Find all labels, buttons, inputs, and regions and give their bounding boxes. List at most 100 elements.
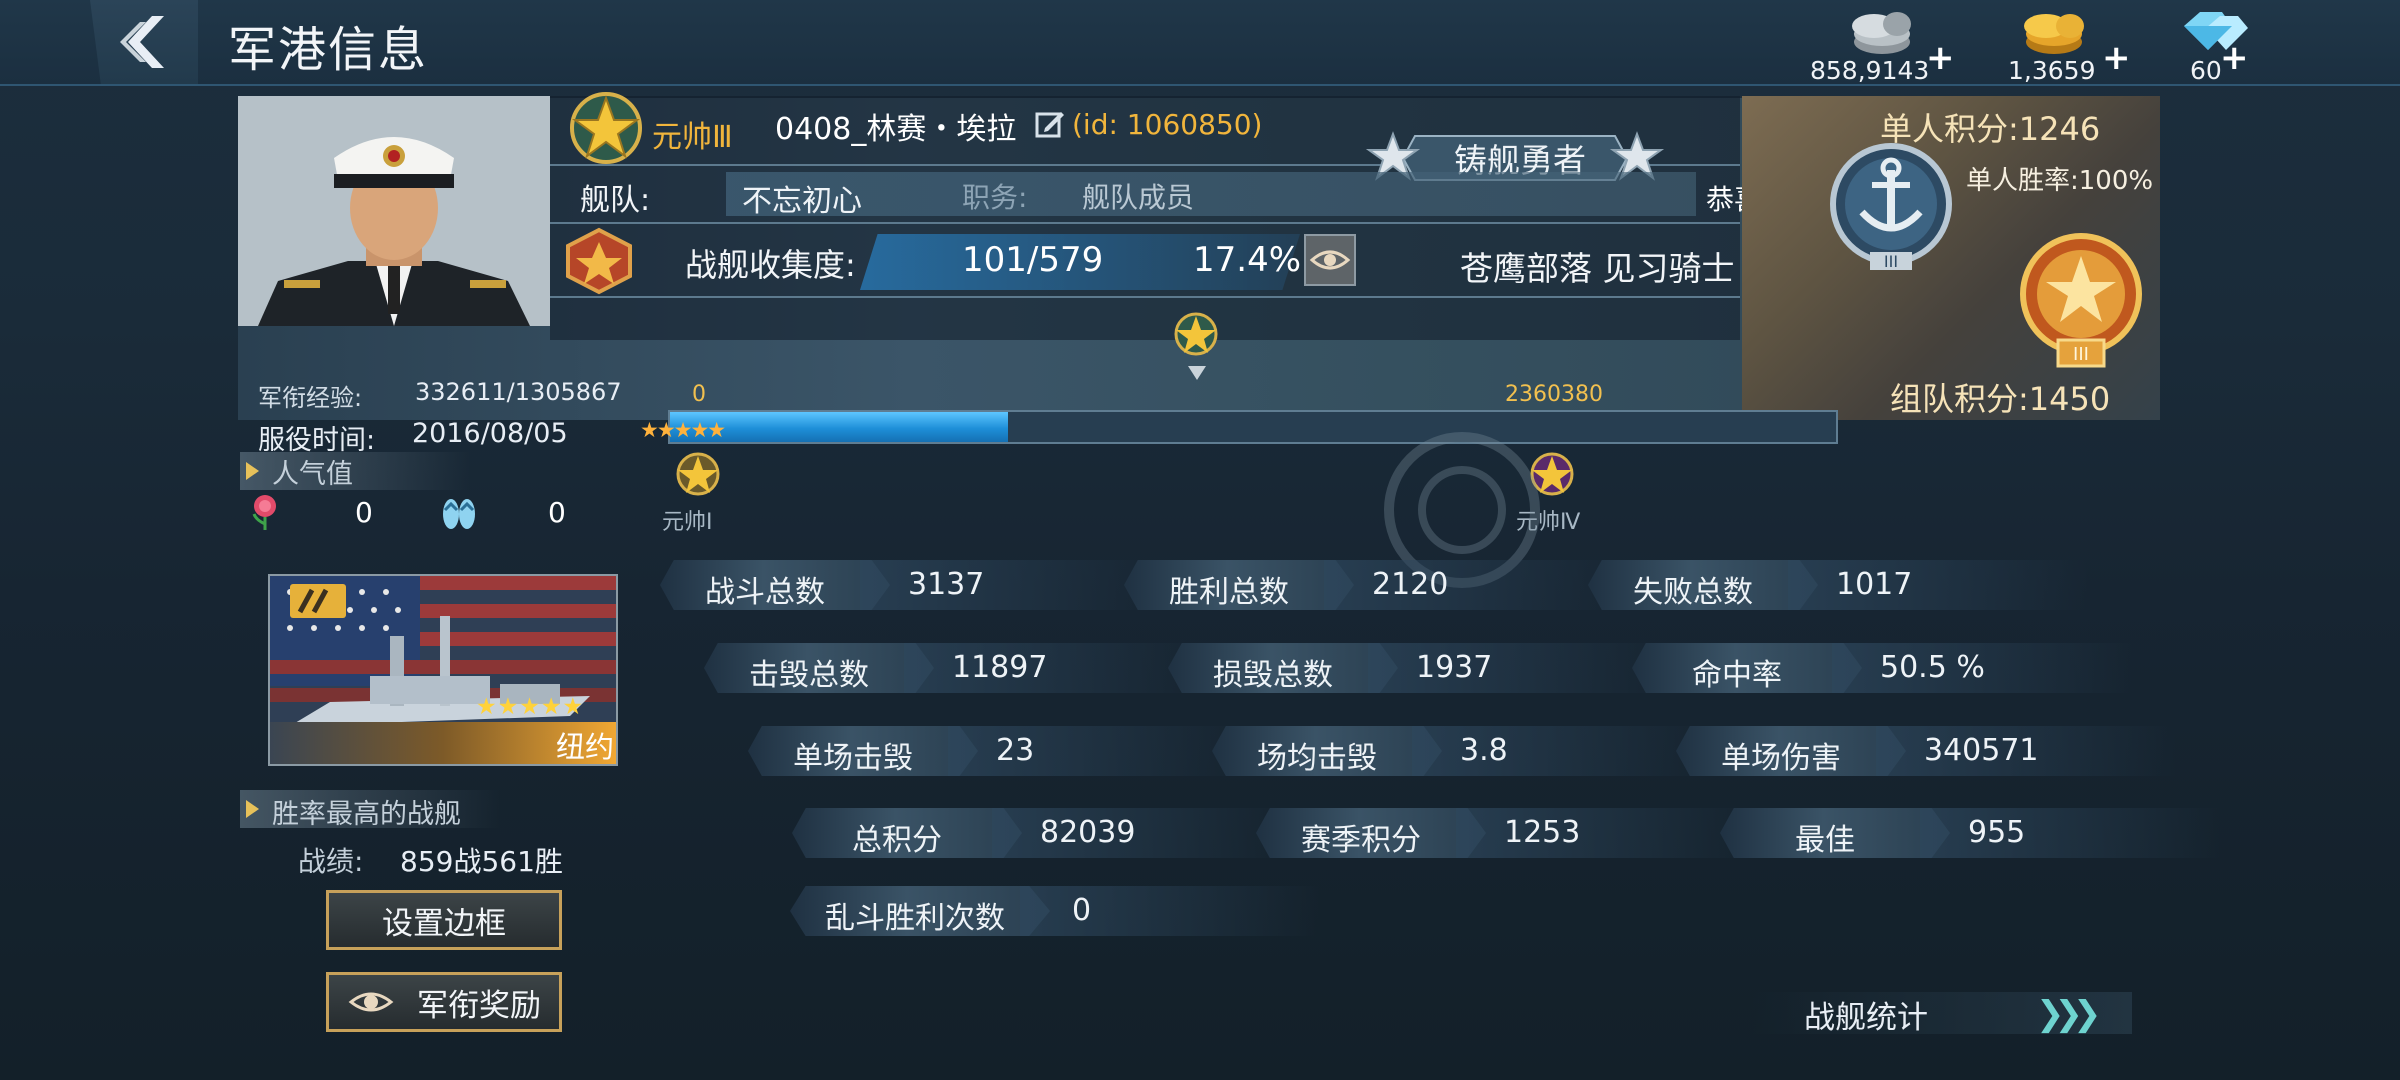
stat-value-bg xyxy=(948,726,1248,776)
best-ship-label: 胜率最高的战舰 xyxy=(272,799,461,830)
team-score: 组队积分:1450 xyxy=(1890,380,2111,418)
stat-value-bg xyxy=(1020,886,1320,936)
collection-count: 101/579 xyxy=(962,240,1104,280)
stat-label: 损毁总数 xyxy=(1213,658,1333,693)
stat-value-bg xyxy=(860,560,1160,610)
record-value: 859战561胜 xyxy=(400,845,563,878)
stat-label: 击毁总数 xyxy=(749,658,869,693)
svg-text:III: III xyxy=(2073,344,2089,365)
gold-value: 1,3659 xyxy=(2008,56,2096,85)
silver-currency[interactable]: 858,9143 + xyxy=(1810,4,1960,85)
eye-icon xyxy=(1309,250,1351,270)
flipflop-count: 0 xyxy=(548,496,566,529)
view-collection-button[interactable] xyxy=(1304,234,1356,286)
officer-portrait-icon xyxy=(238,96,550,326)
rose-count: 0 xyxy=(355,496,373,529)
progress-start-value: 0 xyxy=(692,382,706,407)
duty-value: 舰队成员 xyxy=(1082,181,1195,214)
ship-stars: ★★★★★ xyxy=(476,694,585,720)
player-id: (id: 1060850) xyxy=(1072,108,1263,141)
stat-value-bg xyxy=(904,643,1204,693)
progress-pointer-icon xyxy=(1188,366,1206,380)
fleet-row-bg xyxy=(726,172,1696,216)
divider xyxy=(550,296,1740,298)
player-name: 0408_林赛・埃拉 xyxy=(775,112,1017,147)
fleet-stats-label[interactable]: 战舰统计 xyxy=(1804,992,1928,1037)
current-rank-marker-icon xyxy=(1174,312,1218,356)
stat-value-bg xyxy=(1324,560,1624,610)
stat-value: 955 xyxy=(1968,815,2026,850)
diamond-currency[interactable]: 60 + xyxy=(2176,4,2286,85)
stat-value: 340571 xyxy=(1924,733,2039,768)
stat-value: 3137 xyxy=(908,567,985,602)
stat-label: 场均击毁 xyxy=(1257,741,1377,776)
exp-value: 332611/1305867 xyxy=(415,378,622,406)
record-label: 战绩: xyxy=(298,845,364,878)
stat-value: 1017 xyxy=(1836,567,1913,602)
stat-value: 2120 xyxy=(1372,567,1449,602)
duty-label: 职务: xyxy=(962,181,1028,214)
flip-flop-icon[interactable] xyxy=(440,494,478,532)
stat-value-bg xyxy=(992,808,1292,858)
service-value: 2016/08/05 xyxy=(412,418,568,449)
tribe-title: 苍鹰部落 见习骑士 xyxy=(1460,249,1735,288)
ship-name: 纽约 xyxy=(556,730,615,764)
team-emblem-icon: III xyxy=(2020,233,2142,368)
diamond-value: 60 xyxy=(2190,56,2222,85)
gold-plus-icon[interactable]: + xyxy=(2102,38,2131,78)
eye-icon xyxy=(348,992,394,1012)
set-frame-button[interactable]: 设置边框 xyxy=(326,890,562,950)
anchor-emblem-icon: III xyxy=(1830,143,1952,271)
silver-plus-icon[interactable]: + xyxy=(1926,38,1955,78)
silver-coin-icon xyxy=(1852,12,1911,54)
svg-text:III: III xyxy=(1884,252,1898,271)
forward-arrows-icon[interactable]: ❯❯❯ xyxy=(2036,994,2102,1034)
stat-value: 1937 xyxy=(1416,650,1493,685)
rank-name: 元帅Ⅲ xyxy=(652,120,733,155)
stat-label: 单场击毁 xyxy=(793,741,913,776)
gold-currency[interactable]: 1,3659 + xyxy=(2006,4,2136,85)
stat-value: 3.8 xyxy=(1460,733,1508,768)
set-frame-label: 设置边框 xyxy=(382,905,506,942)
gold-coin-icon xyxy=(2024,14,2084,54)
stat-value-bg xyxy=(1456,808,1756,858)
silver-value: 858,9143 xyxy=(1810,56,1930,85)
stat-value: 11897 xyxy=(952,650,1048,685)
collection-medal-icon xyxy=(566,227,632,295)
stat-value-bg xyxy=(1412,726,1712,776)
rank-marshal-1-icon xyxy=(676,452,720,496)
stat-value-bg xyxy=(1788,560,2088,610)
stat-label: 失败总数 xyxy=(1633,575,1753,610)
rank-reward-label: 军衔奖励 xyxy=(417,987,541,1024)
fleet-label: 舰队: xyxy=(580,183,651,218)
collection-percent: 17.4% xyxy=(1193,240,1302,280)
avatar[interactable] xyxy=(238,96,550,326)
popularity-label: 人气值 xyxy=(272,459,353,490)
back-arrow-icon xyxy=(120,16,164,68)
stat-label: 单场伤害 xyxy=(1721,741,1841,776)
diamond-plus-icon[interactable]: + xyxy=(2220,38,2249,78)
stat-label: 最佳 xyxy=(1795,823,1855,858)
stat-label: 总积分 xyxy=(852,823,942,858)
rose-icon[interactable] xyxy=(248,492,282,532)
stat-value: 1253 xyxy=(1504,815,1581,850)
section-arrow-icon xyxy=(246,800,259,818)
stat-value: 50.5 % xyxy=(1880,650,1985,685)
stat-label: 命中率 xyxy=(1692,658,1782,693)
back-button[interactable] xyxy=(90,0,198,84)
rank-star-badge-icon xyxy=(570,92,642,164)
edit-name-icon[interactable] xyxy=(1035,110,1065,138)
exp-label: 军衔经验: xyxy=(258,384,363,412)
progress-stars: ★★★★★ xyxy=(640,418,726,442)
divider xyxy=(550,222,1740,224)
solo-win-rate: 单人胜率:100% xyxy=(1966,166,2154,196)
stat-label: 赛季积分 xyxy=(1301,823,1421,858)
stat-value: 82039 xyxy=(1040,815,1136,850)
fleet-name[interactable]: 不忘初心 xyxy=(742,176,862,220)
stat-label: 战斗总数 xyxy=(705,575,825,610)
section-arrow-icon xyxy=(246,462,259,480)
stat-value: 0 xyxy=(1072,893,1092,928)
rank-marshal-1-label: 元帅Ⅰ xyxy=(662,510,713,535)
page-title: 军港信息 xyxy=(228,22,429,78)
rank-reward-button[interactable]: 军衔奖励 xyxy=(326,972,562,1032)
